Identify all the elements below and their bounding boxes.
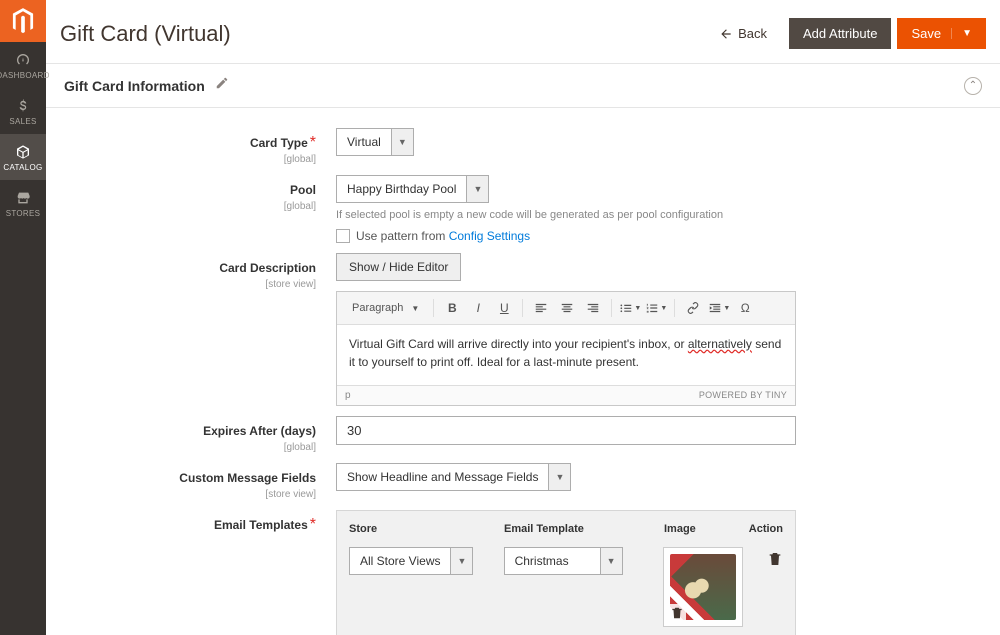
- collapse-section-icon[interactable]: ⌃: [964, 77, 982, 95]
- col-image: Image: [664, 523, 743, 535]
- col-template: Email Template: [504, 523, 664, 535]
- editor-powered-by: POWERED BY TINY: [699, 390, 787, 401]
- magento-logo[interactable]: [0, 0, 46, 42]
- admin-sidebar: DASHBOARD SALES CATALOG STORES: [0, 0, 46, 635]
- chevron-down-icon[interactable]: ▼: [600, 548, 622, 574]
- col-action: Action: [743, 523, 783, 535]
- card-type-select[interactable]: Virtual ▼: [336, 128, 414, 156]
- page-header: Gift Card (Virtual) Back Add Attribute S…: [46, 0, 1000, 64]
- row-description: Card Description [store view] Show / Hid…: [86, 253, 960, 406]
- custom-msg-label: Custom Message Fields: [179, 471, 316, 485]
- expires-label: Expires After (days): [203, 424, 316, 438]
- link-icon[interactable]: [682, 297, 704, 319]
- editor-toolbar: Paragraph▼ B I U ▼ ▼ ▼: [337, 292, 795, 325]
- store-select[interactable]: All Store Views ▼: [349, 547, 473, 575]
- row-pool: Pool [global] Happy Birthday Pool ▼ If s…: [86, 175, 960, 243]
- align-left-icon[interactable]: [530, 297, 552, 319]
- save-button[interactable]: Save ▼: [897, 18, 986, 49]
- editor-body[interactable]: Virtual Gift Card will arrive directly i…: [337, 325, 795, 385]
- template-image-thumbnail[interactable]: [663, 547, 743, 627]
- numbered-list-icon[interactable]: ▼: [645, 297, 667, 319]
- pattern-checkbox[interactable]: [336, 229, 350, 243]
- email-templates-label: Email Templates: [214, 518, 308, 532]
- row-card-type: Card Type* [global] Virtual ▼: [86, 128, 960, 165]
- align-right-icon[interactable]: [582, 297, 604, 319]
- main-content: Gift Card (Virtual) Back Add Attribute S…: [46, 0, 1000, 635]
- pool-select[interactable]: Happy Birthday Pool ▼: [336, 175, 489, 203]
- toggle-editor-button[interactable]: Show / Hide Editor: [336, 253, 461, 281]
- row-expires: Expires After (days) [global]: [86, 416, 960, 453]
- dollar-icon: [15, 98, 31, 114]
- wysiwyg-editor: Paragraph▼ B I U ▼ ▼ ▼: [336, 291, 796, 406]
- col-store: Store: [349, 523, 504, 535]
- expires-input[interactable]: [336, 416, 796, 445]
- back-button[interactable]: Back: [718, 26, 767, 41]
- section-title: Gift Card Information: [64, 78, 205, 94]
- page-title: Gift Card (Virtual): [60, 21, 718, 47]
- form-area: Card Type* [global] Virtual ▼ Pool [glob…: [46, 108, 1000, 635]
- pattern-checkbox-row: Use pattern from Config Settings: [336, 229, 796, 243]
- arrow-left-icon: [718, 27, 734, 41]
- edit-section-icon[interactable]: [215, 76, 229, 95]
- chevron-down-icon[interactable]: ▼: [548, 464, 570, 490]
- pool-hint: If selected pool is empty a new code wil…: [336, 209, 796, 221]
- bullet-list-icon[interactable]: ▼: [619, 297, 641, 319]
- italic-icon[interactable]: I: [467, 297, 489, 319]
- editor-footer: p POWERED BY TINY: [337, 385, 795, 405]
- row-custom-msg: Custom Message Fields [store view] Show …: [86, 463, 960, 500]
- section-header: Gift Card Information ⌃: [46, 64, 1000, 108]
- table-row: All Store Views ▼ Christmas ▼: [349, 547, 783, 627]
- delete-row-icon[interactable]: [767, 554, 783, 571]
- nav-label: STORES: [6, 209, 41, 218]
- chevron-down-icon[interactable]: ▼: [466, 176, 488, 202]
- paragraph-select[interactable]: Paragraph▼: [345, 299, 426, 317]
- special-char-icon[interactable]: Ω: [734, 297, 756, 319]
- magento-icon: [12, 8, 34, 34]
- underline-icon[interactable]: U: [493, 297, 515, 319]
- description-label: Card Description: [219, 261, 316, 275]
- card-type-label: Card Type: [250, 136, 308, 150]
- nav-label: CATALOG: [3, 163, 42, 172]
- chevron-down-icon[interactable]: ▼: [391, 129, 413, 155]
- template-select[interactable]: Christmas ▼: [504, 547, 623, 575]
- nav-label: DASHBOARD: [0, 71, 50, 80]
- editor-path: p: [345, 390, 351, 401]
- add-attribute-button[interactable]: Add Attribute: [789, 18, 891, 49]
- align-center-icon[interactable]: [556, 297, 578, 319]
- store-icon: [15, 190, 31, 206]
- delete-image-icon[interactable]: [668, 604, 686, 622]
- save-dropdown-icon[interactable]: ▼: [951, 28, 972, 39]
- pool-label: Pool: [290, 183, 316, 197]
- table-header: Store Email Template Image Action: [349, 523, 783, 535]
- bold-icon[interactable]: B: [441, 297, 463, 319]
- nav-stores[interactable]: STORES: [0, 180, 46, 226]
- nav-dashboard[interactable]: DASHBOARD: [0, 42, 46, 88]
- email-templates-table: Store Email Template Image Action All St…: [336, 510, 796, 635]
- config-settings-link[interactable]: Config Settings: [449, 229, 530, 243]
- chevron-down-icon[interactable]: ▼: [450, 548, 472, 574]
- nav-label: SALES: [9, 117, 36, 126]
- indent-icon[interactable]: ▼: [708, 297, 730, 319]
- custom-msg-select[interactable]: Show Headline and Message Fields ▼: [336, 463, 571, 491]
- nav-catalog[interactable]: CATALOG: [0, 134, 46, 180]
- row-email-templates: Email Templates* Store Email Template Im…: [86, 510, 960, 635]
- gauge-icon: [15, 52, 31, 68]
- nav-sales[interactable]: SALES: [0, 88, 46, 134]
- box-icon: [15, 144, 31, 160]
